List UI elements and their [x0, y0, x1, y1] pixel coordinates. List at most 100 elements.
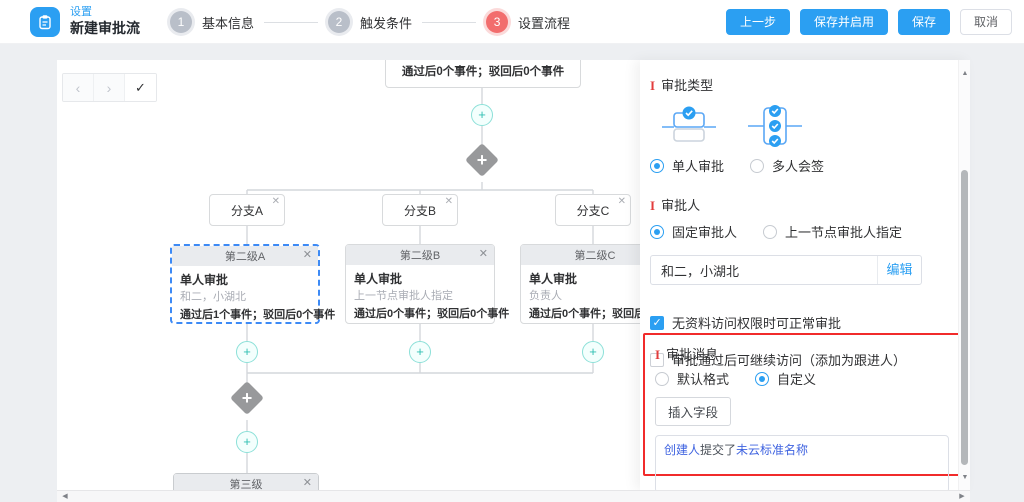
- add-node-button[interactable]: +: [236, 431, 258, 453]
- radio-previous-node-approver[interactable]: 上一节点审批人指定: [763, 222, 902, 241]
- radio-default-format[interactable]: 默认格式: [655, 369, 729, 388]
- add-node-button[interactable]: +: [471, 104, 493, 126]
- branch-node-c[interactable]: 分支C ✕: [555, 194, 631, 226]
- branch-label: 分支A: [231, 202, 263, 219]
- panel-scrollbar[interactable]: ▲ ▼: [958, 60, 970, 490]
- section-label: 审批消息: [666, 347, 718, 362]
- radio-custom-format[interactable]: 自定义: [755, 369, 816, 388]
- add-branch-gateway-icon[interactable]: +: [465, 143, 499, 177]
- approver-input[interactable]: 和二，小湖北 编辑: [650, 255, 922, 285]
- radio-single-approval[interactable]: 单人审批: [650, 156, 724, 175]
- validate-check-button[interactable]: ✓: [125, 74, 156, 101]
- insert-field-button[interactable]: 插入字段: [655, 397, 731, 426]
- step-1-label: 基本信息: [202, 13, 254, 32]
- radio-unselected-icon: [763, 225, 777, 239]
- header-buttons: 上一步 保存并启用 保存 取消: [726, 9, 1012, 35]
- close-icon[interactable]: ✕: [272, 196, 280, 208]
- prev-step-button[interactable]: 上一步: [726, 9, 790, 35]
- app-tag: 设置: [70, 5, 140, 19]
- branch-label: 分支C: [577, 202, 610, 219]
- scroll-down-icon[interactable]: ▼: [959, 472, 971, 484]
- required-marker: I: [655, 347, 660, 362]
- canvas-horizontal-scrollbar[interactable]: ◀ ▶: [57, 490, 970, 502]
- card-title: 第三级: [230, 476, 263, 490]
- card-body: 单人审批 上一节点审批人指定 通过后0个事件；驳回后0个事件: [346, 265, 494, 323]
- checkbox-no-access-approve[interactable]: 无资料访问权限时可正常审批: [650, 313, 950, 332]
- edit-approver-button[interactable]: 编辑: [877, 256, 921, 284]
- canvas-toolbar: ‹ › ✓: [62, 73, 157, 102]
- step-2-circle: 2: [328, 11, 350, 33]
- approval-type-section-title: I审批类型: [650, 75, 950, 94]
- close-icon[interactable]: ✕: [479, 248, 488, 261]
- step-basic-info[interactable]: 1 基本信息: [170, 11, 254, 33]
- radio-unselected-icon: [750, 159, 764, 173]
- branch-node-a[interactable]: 分支A ✕: [209, 194, 285, 226]
- step-3-label: 设置流程: [518, 13, 570, 32]
- scroll-left-icon[interactable]: ◀: [59, 491, 71, 502]
- single-approval-icon: [660, 104, 718, 148]
- checkbox-label: 无资料访问权限时可正常审批: [672, 313, 841, 332]
- radio-selected-icon: [650, 159, 664, 173]
- radio-fixed-approver[interactable]: 固定审批人: [650, 222, 737, 241]
- card-header: 第二级A ✕: [172, 246, 318, 266]
- section-label: 审批类型: [661, 78, 713, 93]
- radio-selected-icon: [755, 372, 769, 386]
- level3-node[interactable]: 第三级 ✕: [173, 473, 319, 490]
- close-icon[interactable]: ✕: [618, 196, 626, 208]
- approval-type-icons: [660, 104, 950, 148]
- close-icon[interactable]: ✕: [303, 249, 312, 262]
- card-header: 第二级B ✕: [346, 245, 494, 265]
- step-3-circle: 3: [486, 11, 508, 33]
- app-logo: [30, 7, 60, 37]
- undo-button[interactable]: ‹: [63, 74, 94, 101]
- approval-card-a[interactable]: 第二级A ✕ 单人审批 和二，小湖北 通过后1个事件；驳回后0个事件: [170, 244, 320, 324]
- scrollbar-thumb[interactable]: [961, 170, 968, 465]
- branch-node-b[interactable]: 分支B ✕: [382, 194, 458, 226]
- step-setup-flow[interactable]: 3 设置流程: [486, 11, 570, 33]
- card-header: 第三级 ✕: [174, 474, 318, 490]
- page-title: 新建审批流: [70, 19, 140, 37]
- close-icon[interactable]: ✕: [445, 196, 453, 208]
- checkbox-checked-icon: [650, 316, 664, 330]
- step-1-circle: 1: [170, 11, 192, 33]
- add-branch-gateway-icon[interactable]: +: [230, 381, 264, 415]
- step-connector: [264, 22, 318, 23]
- radio-label: 上一节点审批人指定: [785, 222, 902, 241]
- step-2-label: 触发条件: [360, 13, 412, 32]
- message-plain-text: 提交了: [700, 443, 736, 457]
- save-and-enable-button[interactable]: 保存并启用: [800, 9, 888, 35]
- card-events: 通过后0个事件；驳回后0个事件: [354, 305, 486, 323]
- close-icon[interactable]: ✕: [303, 477, 312, 490]
- approval-type-options: 单人审批 多人会签: [650, 156, 950, 175]
- field-token-form-name: 未云标准名称: [736, 443, 808, 457]
- card-title: 第二级C: [575, 247, 616, 263]
- approver-options: 固定审批人 上一节点审批人指定: [650, 222, 950, 241]
- radio-unselected-icon: [655, 372, 669, 386]
- radio-label: 默认格式: [677, 369, 729, 388]
- approver-value: 和二，小湖北: [651, 261, 877, 280]
- card-events: 通过后1个事件；驳回后0个事件: [180, 306, 310, 324]
- message-format-options: 默认格式 自定义: [655, 369, 949, 388]
- save-button[interactable]: 保存: [898, 9, 950, 35]
- message-textarea[interactable]: 创建人提交了未云标准名称: [655, 435, 949, 493]
- approver-section-title: I审批人: [650, 195, 950, 214]
- approval-message-section-title: I 审批消息: [655, 344, 949, 363]
- approval-card-b[interactable]: 第二级B ✕ 单人审批 上一节点审批人指定 通过后0个事件；驳回后0个事件: [345, 244, 495, 324]
- step-trigger-condition[interactable]: 2 触发条件: [328, 11, 412, 33]
- card-body: 单人审批 和二，小湖北 通过后1个事件；驳回后0个事件: [172, 266, 318, 324]
- add-node-button[interactable]: +: [582, 341, 604, 363]
- approval-message-section-highlight: I审批消息 默认格式 自定义 插入字段 创建人提交了未云标准名称: [643, 333, 961, 476]
- plus-glyph: +: [235, 386, 259, 410]
- scroll-up-icon[interactable]: ▲: [959, 68, 971, 80]
- approval-flow-editor: 设置 新建审批流 1 基本信息 2 触发条件 3 设置流程 上一步 保存并启用 …: [0, 0, 1024, 502]
- title-block: 设置 新建审批流: [70, 5, 140, 37]
- radio-multi-countersign[interactable]: 多人会签: [750, 156, 824, 175]
- add-node-button[interactable]: +: [236, 341, 258, 363]
- card-title: 第二级A: [225, 248, 265, 264]
- redo-button[interactable]: ›: [94, 74, 125, 101]
- level1-node[interactable]: 通过后0个事件；驳回后0个事件: [385, 60, 581, 88]
- cancel-button[interactable]: 取消: [960, 9, 1012, 35]
- scroll-right-icon[interactable]: ▶: [956, 491, 968, 502]
- card-approval-type: 单人审批: [354, 270, 486, 288]
- add-node-button[interactable]: +: [409, 341, 431, 363]
